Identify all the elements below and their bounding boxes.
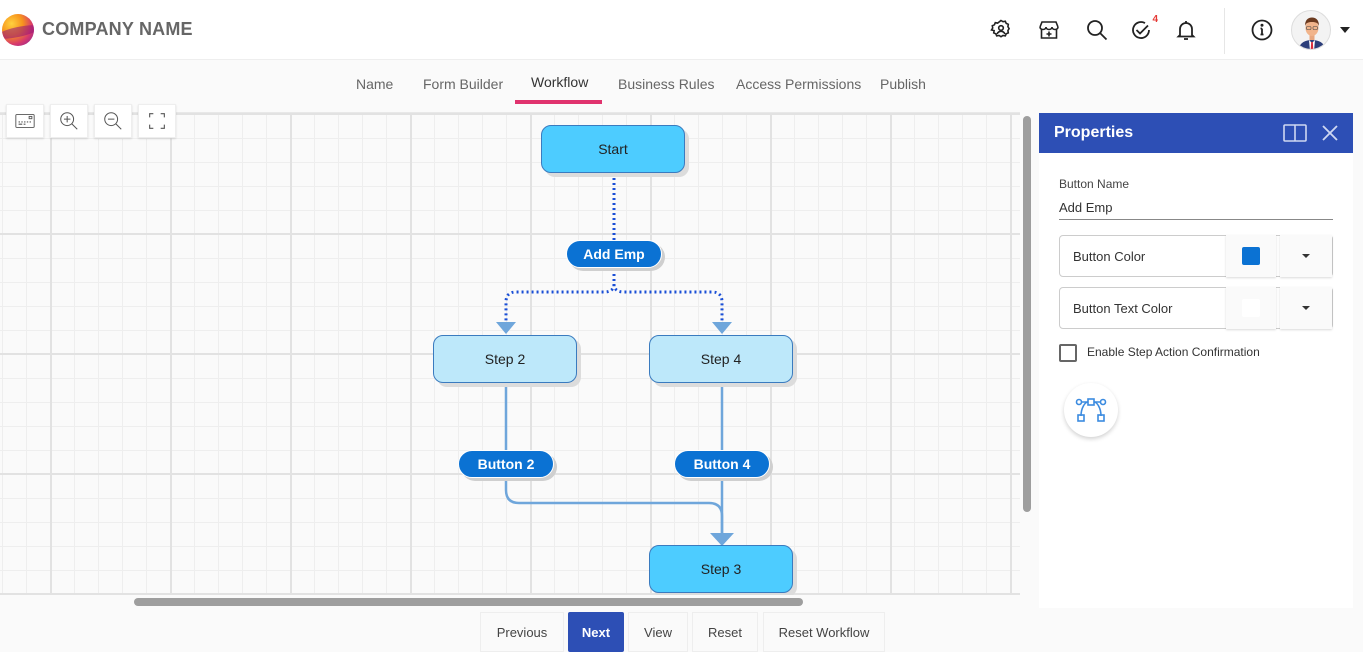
tab-publish[interactable]: Publish <box>880 76 926 92</box>
properties-header: Properties <box>1039 113 1353 153</box>
button-color-picker[interactable] <box>1226 235 1276 277</box>
button-color-label: Button Color <box>1073 249 1146 264</box>
split-view-icon[interactable] <box>1282 122 1308 149</box>
tab-business-rules[interactable]: Business Rules <box>618 76 715 92</box>
edge-addemp-step4[interactable] <box>612 283 732 334</box>
arrowhead-icon <box>712 322 732 334</box>
node-start[interactable]: Start <box>541 125 685 173</box>
button-text-color-dropdown[interactable] <box>1280 287 1332 329</box>
user-settings-icon[interactable] <box>988 17 1014 43</box>
header-divider <box>1224 8 1225 54</box>
arrowhead-icon <box>496 322 516 334</box>
action-button-add-emp[interactable]: Add Emp <box>566 240 662 268</box>
button-text-color-swatch <box>1242 299 1260 317</box>
step-action-confirmation-checkbox[interactable] <box>1059 344 1077 362</box>
chevron-down-icon <box>1302 306 1310 310</box>
button-text-color-picker[interactable] <box>1226 287 1276 329</box>
user-avatar[interactable] <box>1291 10 1331 50</box>
view-button[interactable]: View <box>628 612 688 652</box>
workflow-diagram: Start Step 2 Step 4 Step 3 Add Emp Butto… <box>0 112 1020 595</box>
close-icon[interactable] <box>1320 122 1340 149</box>
reset-workflow-button[interactable]: Reset Workflow <box>763 612 885 652</box>
reset-button[interactable]: Reset <box>692 612 758 652</box>
button-name-label: Button Name <box>1059 177 1130 191</box>
canvas-horizontal-scrollbar[interactable] <box>134 598 803 606</box>
button-color-dropdown[interactable] <box>1280 235 1332 277</box>
active-tab-indicator <box>515 100 602 104</box>
tab-access-permissions[interactable]: Access Permissions <box>736 76 861 92</box>
button-name-input[interactable] <box>1059 196 1333 220</box>
node-step-4[interactable]: Step 4 <box>649 335 793 383</box>
chevron-down-icon <box>1302 254 1310 258</box>
properties-panel: Properties Button Name Button Color Butt… <box>1039 113 1353 608</box>
action-button-button-4[interactable]: Button 4 <box>674 450 770 478</box>
user-menu-caret-icon[interactable] <box>1340 27 1350 33</box>
bell-icon[interactable] <box>1173 17 1199 43</box>
node-step-2[interactable]: Step 2 <box>433 335 577 383</box>
tab-form-builder[interactable]: Form Builder <box>423 76 503 92</box>
connector-style-button[interactable] <box>1064 383 1118 437</box>
next-button[interactable]: Next <box>568 612 624 652</box>
tasks-check-icon[interactable]: 4 <box>1128 14 1158 43</box>
properties-title: Properties <box>1054 124 1134 141</box>
search-icon[interactable] <box>1084 17 1110 43</box>
canvas-vertical-scrollbar[interactable] <box>1023 116 1031 512</box>
button-color-field: Button Color <box>1059 235 1333 277</box>
edge-addemp-step2[interactable] <box>496 269 616 334</box>
company-name: COMPANY NAME <box>42 19 193 39</box>
builder-tabs: Name Form Builder Workflow Business Rule… <box>0 62 1363 104</box>
step-action-confirmation-label: Enable Step Action Confirmation <box>1087 345 1260 359</box>
info-icon[interactable] <box>1249 17 1275 43</box>
button-text-color-field: Button Text Color <box>1059 287 1333 329</box>
bezier-curve-icon <box>1075 398 1107 422</box>
store-add-icon[interactable] <box>1036 17 1062 43</box>
company-logo <box>2 14 34 46</box>
top-bar: COMPANY NAME 4 <box>0 0 1363 60</box>
tab-workflow[interactable]: Workflow <box>531 74 588 90</box>
previous-button[interactable]: Previous <box>480 612 564 652</box>
tab-name[interactable]: Name <box>356 76 393 92</box>
button-text-color-label: Button Text Color <box>1073 301 1173 316</box>
tasks-badge: 4 <box>1152 14 1158 25</box>
node-step-3[interactable]: Step 3 <box>649 545 793 593</box>
action-button-button-2[interactable]: Button 2 <box>458 450 554 478</box>
button-color-swatch <box>1242 247 1260 265</box>
